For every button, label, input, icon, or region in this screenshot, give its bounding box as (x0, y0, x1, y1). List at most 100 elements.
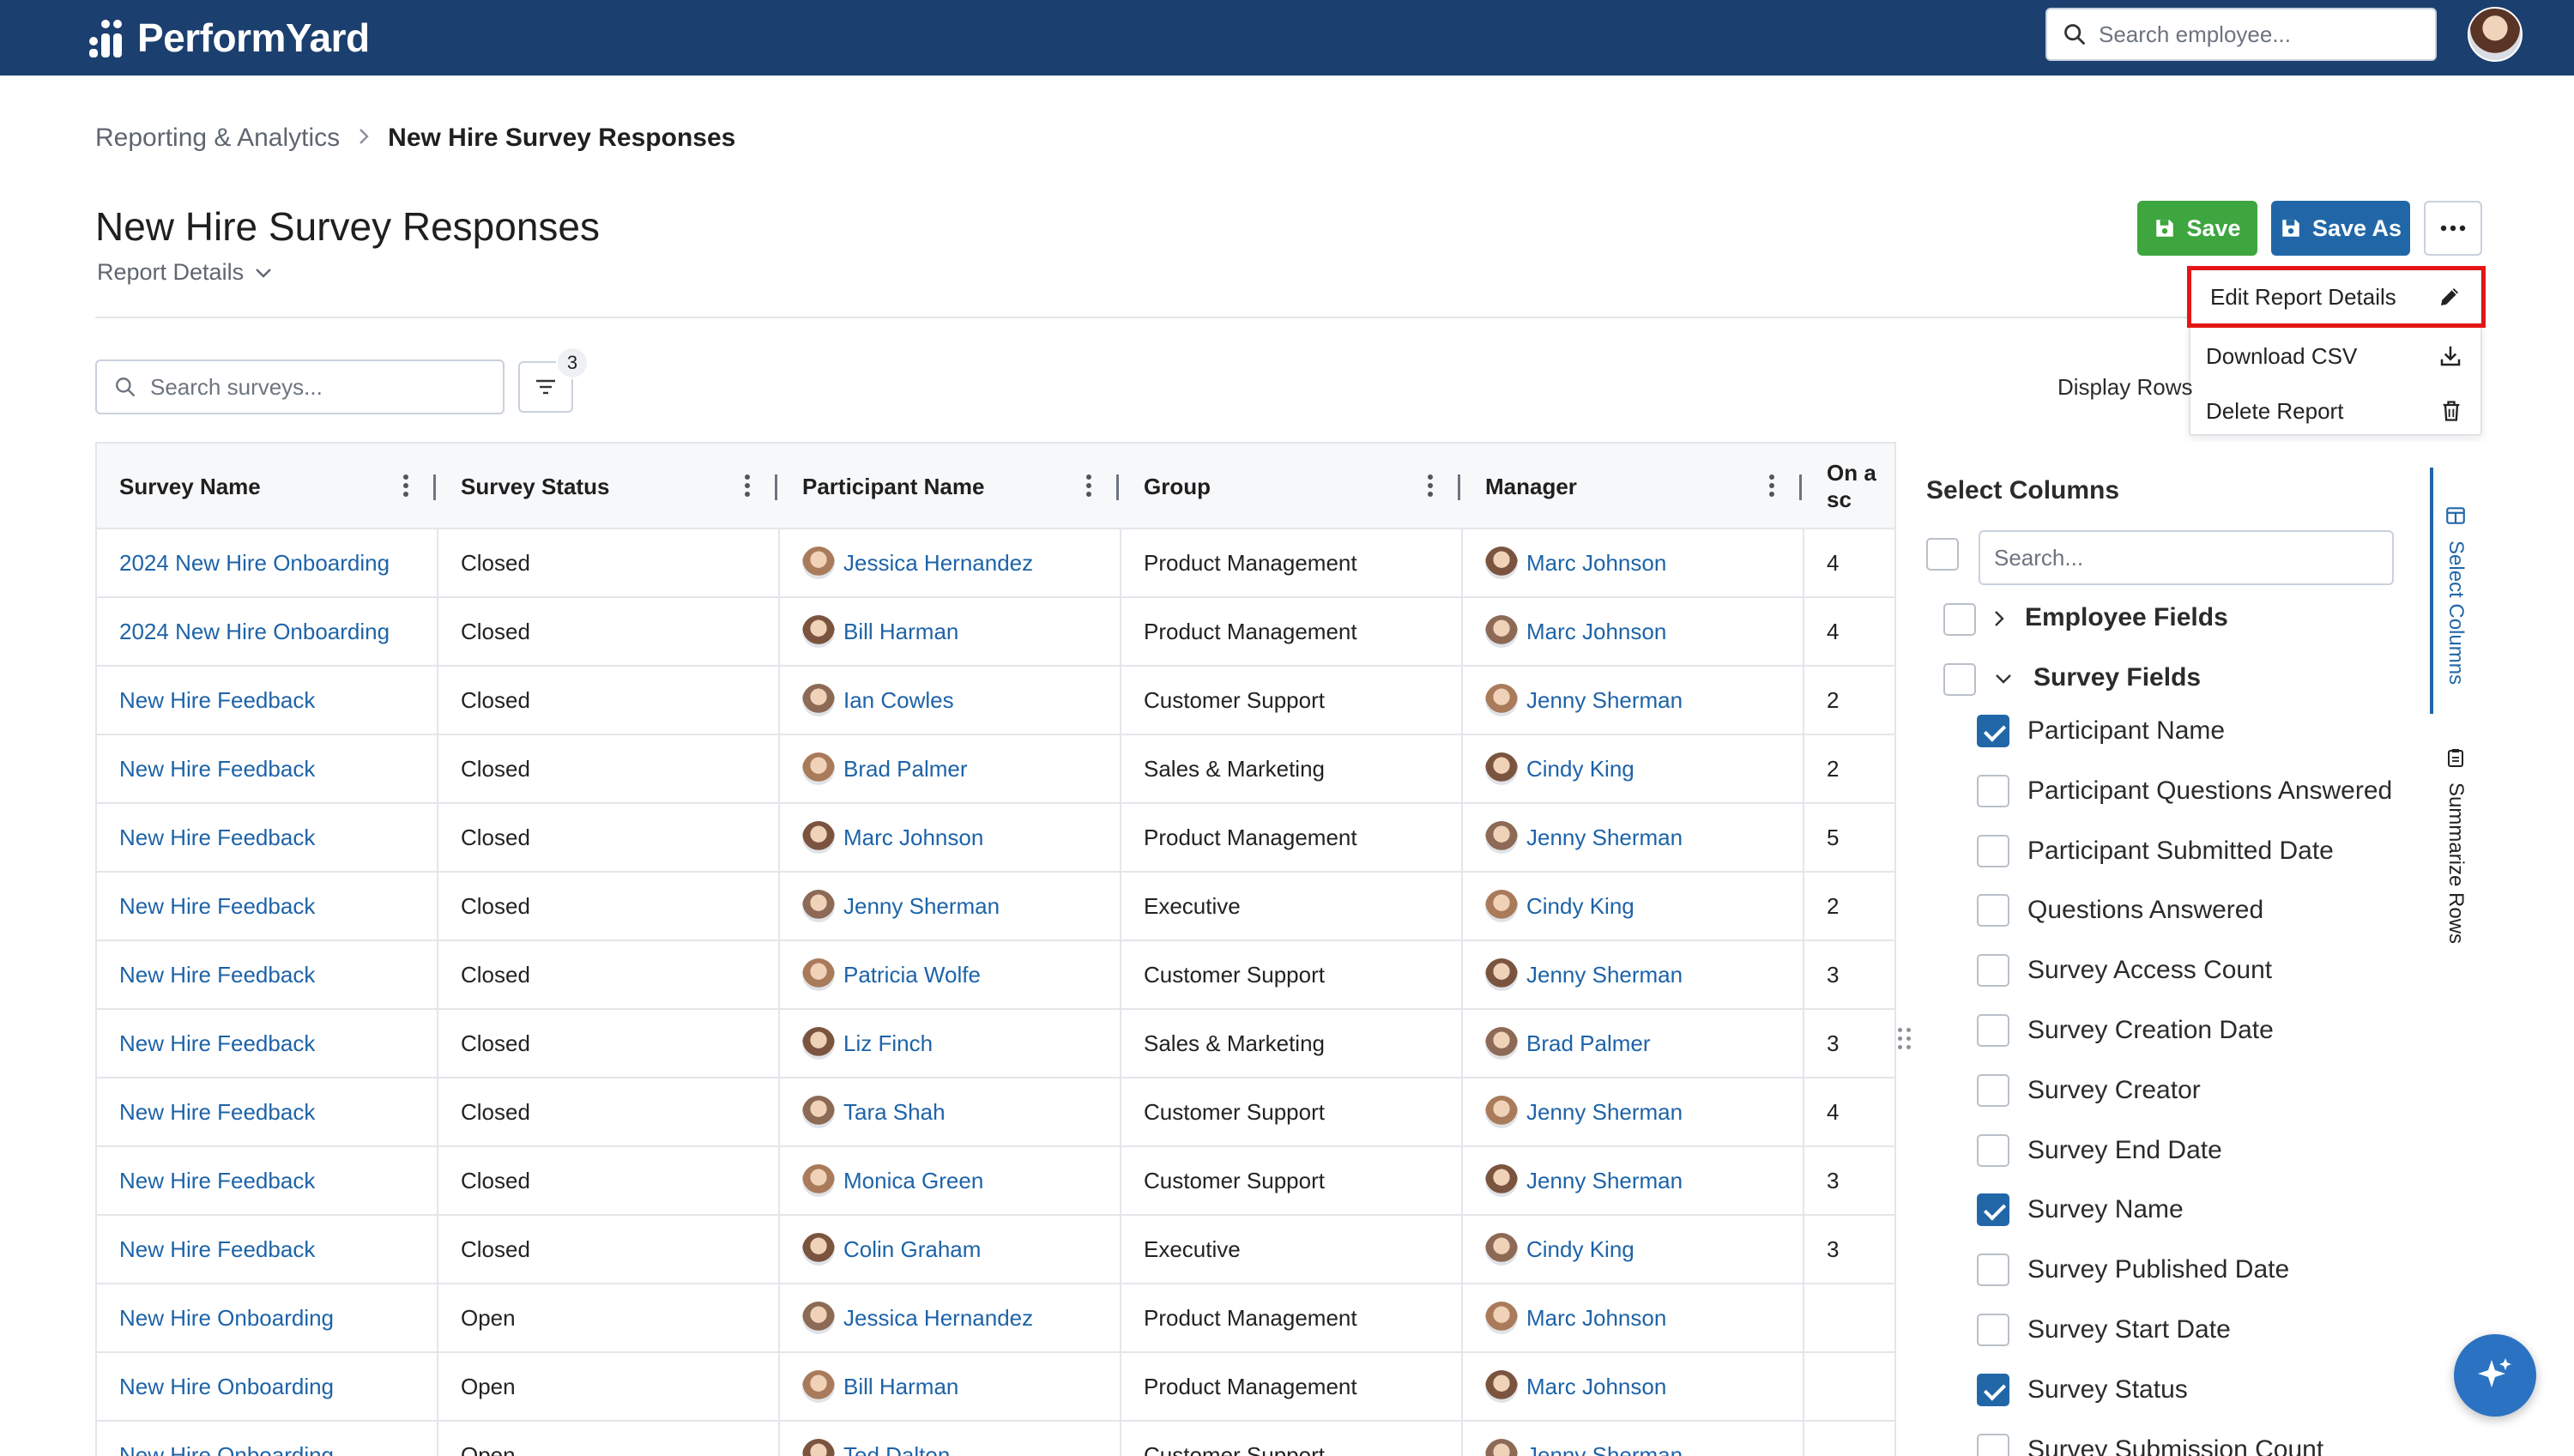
column-resize-handle[interactable] (1458, 474, 1460, 500)
tab-select-columns[interactable]: Select Columns (2444, 504, 2468, 685)
survey-name-cell[interactable]: New Hire Feedback (97, 873, 438, 939)
field-checkbox[interactable] (1977, 774, 2009, 807)
person-link[interactable]: Tara Shah (802, 1096, 946, 1128)
participant-cell[interactable]: Jessica Hernandez (780, 1284, 1121, 1351)
cell-text[interactable]: New Hire Feedback (119, 1030, 315, 1057)
table-row[interactable]: New Hire Feedback Closed Monica Green Custo… (97, 1147, 1894, 1216)
participant-cell[interactable]: Tara Shah (780, 1078, 1121, 1145)
report-details-toggle[interactable]: Report Details (97, 259, 273, 286)
person-link[interactable]: Colin Graham (802, 1233, 981, 1266)
field-checkbox[interactable] (1977, 1433, 2009, 1456)
participant-cell[interactable]: Bill Harman (780, 598, 1121, 665)
manager-cell[interactable]: Marc Johnson (1463, 529, 1804, 596)
person-link[interactable]: Ian Cowles (802, 684, 954, 716)
delete-report-item[interactable]: Delete Report (2190, 384, 2480, 438)
cell-text[interactable]: New Hire Onboarding (119, 1305, 334, 1332)
person-link[interactable]: Jenny Sherman (1485, 821, 1683, 854)
survey-name-cell[interactable]: New Hire Onboarding (97, 1422, 438, 1456)
person-link[interactable]: Marc Johnson (1485, 1302, 1666, 1334)
manager-cell[interactable]: Cindy King (1463, 1216, 1804, 1283)
cell-text[interactable]: New Hire Feedback (119, 687, 315, 714)
field-label[interactable]: Survey Creation Date (2027, 1016, 2274, 1045)
survey-search[interactable] (95, 359, 505, 414)
display-rows-label[interactable]: Display Rows (2057, 374, 2193, 401)
breadcrumb-reporting-link[interactable]: Reporting & Analytics (95, 124, 340, 153)
field-checkbox[interactable] (1977, 954, 2009, 988)
employee-search[interactable] (2045, 8, 2437, 61)
survey-name-cell[interactable]: New Hire Feedback (97, 941, 438, 1008)
table-row[interactable]: New Hire Feedback Closed Brad Palmer Sales … (97, 735, 1894, 804)
person-link[interactable]: Cindy King (1485, 890, 1634, 922)
participant-cell[interactable]: Bill Harman (780, 1353, 1121, 1420)
cell-text[interactable]: New Hire Feedback (119, 893, 315, 920)
field-checkbox[interactable] (1977, 834, 2009, 867)
column-header-survey-name[interactable]: Survey Name (97, 444, 261, 529)
manager-cell[interactable]: Marc Johnson (1463, 598, 1804, 665)
field-label[interactable]: Participant Questions Answered (2027, 776, 2392, 806)
column-header-survey-status[interactable]: Survey Status (438, 444, 609, 529)
field-label[interactable]: Survey End Date (2027, 1136, 2222, 1165)
field-checkbox[interactable] (1977, 1373, 2009, 1406)
person-link[interactable]: Jenny Sherman (802, 890, 1000, 922)
column-resize-handle[interactable] (1799, 474, 1802, 500)
survey-name-cell[interactable]: New Hire Feedback (97, 1010, 438, 1077)
person-link[interactable]: Cindy King (1485, 1233, 1634, 1266)
participant-cell[interactable]: Liz Finch (780, 1010, 1121, 1077)
field-checkbox[interactable] (1977, 894, 2009, 927)
employee-fields-group[interactable]: Employee Fields (2025, 603, 2228, 632)
field-checkbox[interactable] (1977, 1073, 2009, 1107)
chevron-down-icon[interactable] (1995, 670, 2012, 687)
survey-name-cell[interactable]: New Hire Feedback (97, 667, 438, 734)
table-row[interactable]: New Hire Onboarding Open Jessica Hernandez… (97, 1284, 1894, 1353)
field-label[interactable]: Survey Name (2027, 1195, 2184, 1224)
table-row[interactable]: New Hire Feedback Closed Jenny Sherman Exec… (97, 873, 1894, 941)
person-link[interactable]: Jessica Hernandez (802, 1302, 1033, 1334)
person-link[interactable]: Liz Finch (802, 1027, 933, 1060)
cell-text[interactable]: 2024 New Hire Onboarding (119, 619, 390, 645)
table-row[interactable]: 2024 New Hire Onboarding Closed Jessica He… (97, 529, 1894, 598)
survey-name-cell[interactable]: New Hire Feedback (97, 1147, 438, 1214)
panel-resize-handle-icon[interactable] (1896, 1026, 1915, 1052)
field-label[interactable]: Questions Answered (2027, 896, 2263, 925)
person-link[interactable]: Brad Palmer (1485, 1027, 1651, 1060)
field-label[interactable]: Survey Creator (2027, 1076, 2201, 1105)
participant-cell[interactable]: Brad Palmer (780, 735, 1121, 802)
manager-cell[interactable]: Cindy King (1463, 735, 1804, 802)
field-checkbox[interactable] (1977, 1193, 2009, 1227)
column-header-group[interactable]: Group (1121, 444, 1211, 529)
person-link[interactable]: Jenny Sherman (1485, 1164, 1683, 1197)
table-row[interactable]: New Hire Feedback Closed Marc Johnson Produ… (97, 804, 1894, 873)
field-label[interactable]: Survey Published Date (2027, 1255, 2289, 1284)
cell-text[interactable]: New Hire Onboarding (119, 1374, 334, 1400)
more-actions-button[interactable] (2424, 201, 2482, 256)
column-search[interactable] (1979, 530, 2394, 585)
save-button[interactable]: Save (2137, 201, 2257, 256)
cell-text[interactable]: New Hire Feedback (119, 1168, 315, 1194)
field-checkbox[interactable] (1977, 715, 2009, 747)
participant-cell[interactable]: Marc Johnson (780, 804, 1121, 871)
chevron-right-icon[interactable] (1991, 610, 2008, 627)
person-link[interactable]: Monica Green (802, 1164, 983, 1197)
participant-cell[interactable]: Ted Dalton (780, 1422, 1121, 1456)
field-label[interactable]: Survey Access Count (2027, 956, 2272, 985)
column-menu-icon[interactable] (1768, 474, 1775, 500)
person-link[interactable]: Bill Harman (802, 1370, 958, 1403)
field-label[interactable]: Participant Submitted Date (2027, 837, 2334, 866)
column-menu-icon[interactable] (744, 474, 751, 500)
person-link[interactable]: Marc Johnson (1485, 547, 1666, 579)
column-header-manager[interactable]: Manager (1463, 444, 1577, 529)
survey-name-cell[interactable]: New Hire Onboarding (97, 1353, 438, 1420)
person-link[interactable]: Marc Johnson (1485, 615, 1666, 648)
participant-cell[interactable]: Ian Cowles (780, 667, 1121, 734)
manager-cell[interactable]: Jenny Sherman (1463, 804, 1804, 871)
column-menu-icon[interactable] (402, 474, 409, 500)
download-csv-item[interactable]: Download CSV (2190, 329, 2480, 383)
person-link[interactable]: Marc Johnson (1485, 1370, 1666, 1403)
person-link[interactable]: Bill Harman (802, 615, 958, 648)
cell-text[interactable]: New Hire Feedback (119, 756, 315, 782)
cell-text[interactable]: New Hire Onboarding (119, 1442, 334, 1456)
survey-name-cell[interactable]: New Hire Feedback (97, 1216, 438, 1283)
column-resize-handle[interactable] (433, 474, 436, 500)
participant-cell[interactable]: Monica Green (780, 1147, 1121, 1214)
field-label[interactable]: Survey Submission Count (2027, 1435, 2323, 1456)
